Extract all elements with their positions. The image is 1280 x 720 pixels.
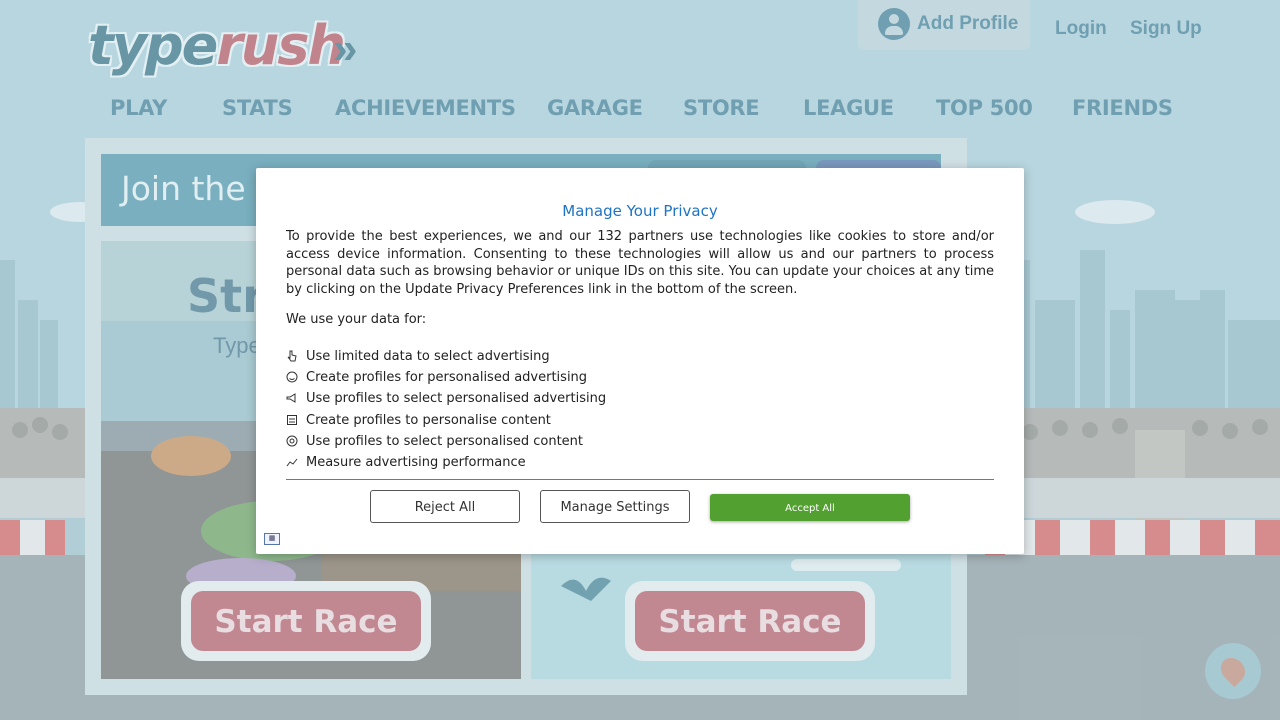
manage-settings-button[interactable]: Manage Settings bbox=[540, 490, 690, 523]
chat-button[interactable] bbox=[1205, 643, 1261, 699]
purpose-item: Create profiles to personalise content bbox=[286, 412, 551, 430]
data-use-heading: We use your data for: bbox=[286, 312, 427, 327]
modal-title: Manage Your Privacy bbox=[562, 202, 718, 220]
purpose-list[interactable]: Use limited data to select advertising C… bbox=[286, 348, 994, 480]
trend-icon bbox=[286, 458, 298, 467]
purpose-item: Use limited data to select advertising bbox=[286, 348, 550, 366]
privacy-modal: Manage Your Privacy To provide the best … bbox=[256, 168, 1024, 554]
megaphone-icon bbox=[286, 393, 296, 403]
location-pin-icon bbox=[1216, 653, 1250, 687]
reject-all-button[interactable]: Reject All bbox=[370, 490, 520, 523]
accept-all-button[interactable]: Accept All bbox=[710, 494, 910, 521]
language-icon[interactable]: ▦ bbox=[264, 533, 280, 545]
pointer-icon bbox=[287, 350, 297, 362]
purpose-item: Use profiles to select personalised cont… bbox=[286, 433, 583, 451]
purpose-item: Use profiles to select personalised adve… bbox=[286, 390, 606, 408]
modal-description: To provide the best experiences, we and … bbox=[286, 229, 994, 297]
modal-divider bbox=[286, 479, 994, 480]
purpose-item: Create profiles for personalised adverti… bbox=[286, 369, 587, 387]
target-icon bbox=[286, 435, 298, 447]
document-icon bbox=[287, 415, 297, 425]
face-icon bbox=[286, 371, 298, 383]
purpose-item: Measure advertising performance bbox=[286, 454, 526, 472]
